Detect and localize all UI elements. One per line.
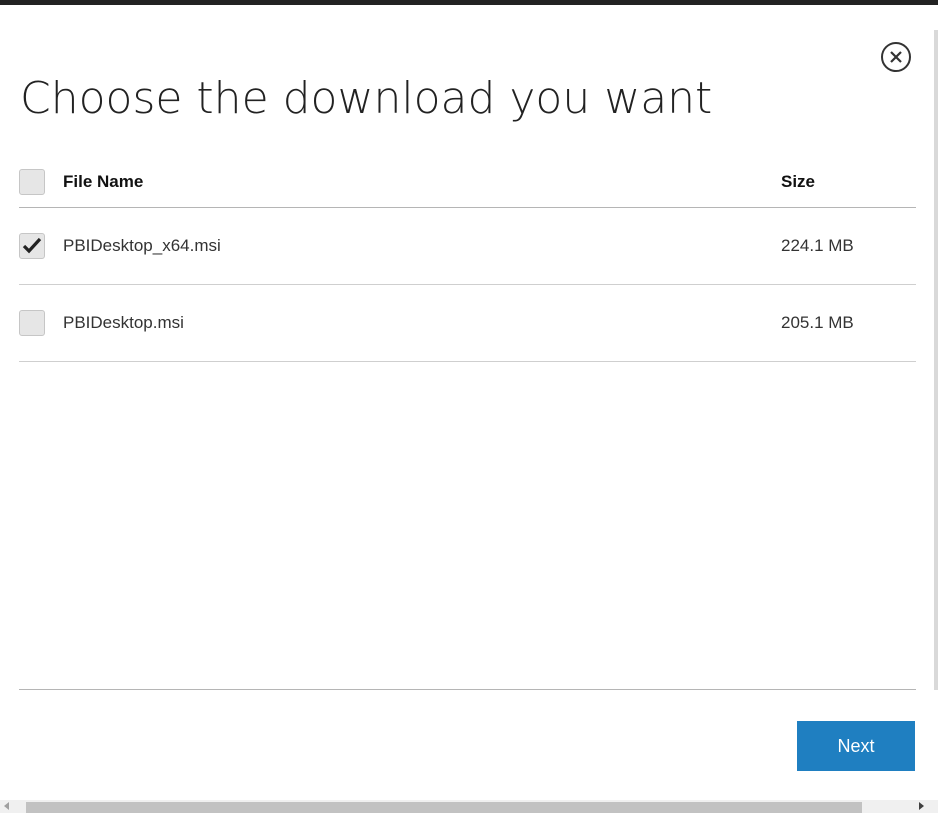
file-size-cell: 205.1 MB: [781, 313, 854, 332]
download-table: File Name Size PBIDesktop_x64.msi 224.1 …: [19, 157, 916, 362]
circle-x-icon: [881, 42, 911, 72]
horizontal-scrollbar[interactable]: [0, 800, 938, 813]
scroll-right-icon[interactable]: [919, 802, 924, 810]
size-column-header[interactable]: Size: [781, 172, 815, 192]
table-row[interactable]: PBIDesktop.msi 205.1 MB: [19, 285, 916, 362]
row-checkbox-pbidesktop-x64[interactable]: [19, 233, 45, 259]
file-size-cell: 224.1 MB: [781, 236, 854, 255]
download-dialog: Choose the download you want File Name S…: [0, 5, 938, 800]
table-row[interactable]: PBIDesktop_x64.msi 224.1 MB: [19, 208, 916, 285]
next-button[interactable]: Next: [797, 721, 915, 771]
select-all-checkbox[interactable]: [19, 169, 45, 195]
table-header-row: File Name Size: [19, 157, 916, 208]
checkmark-icon: [22, 237, 42, 254]
footer-divider: [19, 689, 916, 690]
close-button[interactable]: [880, 41, 912, 73]
row-checkbox-pbidesktop[interactable]: [19, 310, 45, 336]
scroll-left-icon[interactable]: [4, 802, 9, 810]
page-title: Choose the download you want: [20, 73, 713, 124]
scrollbar-thumb[interactable]: [26, 802, 862, 813]
